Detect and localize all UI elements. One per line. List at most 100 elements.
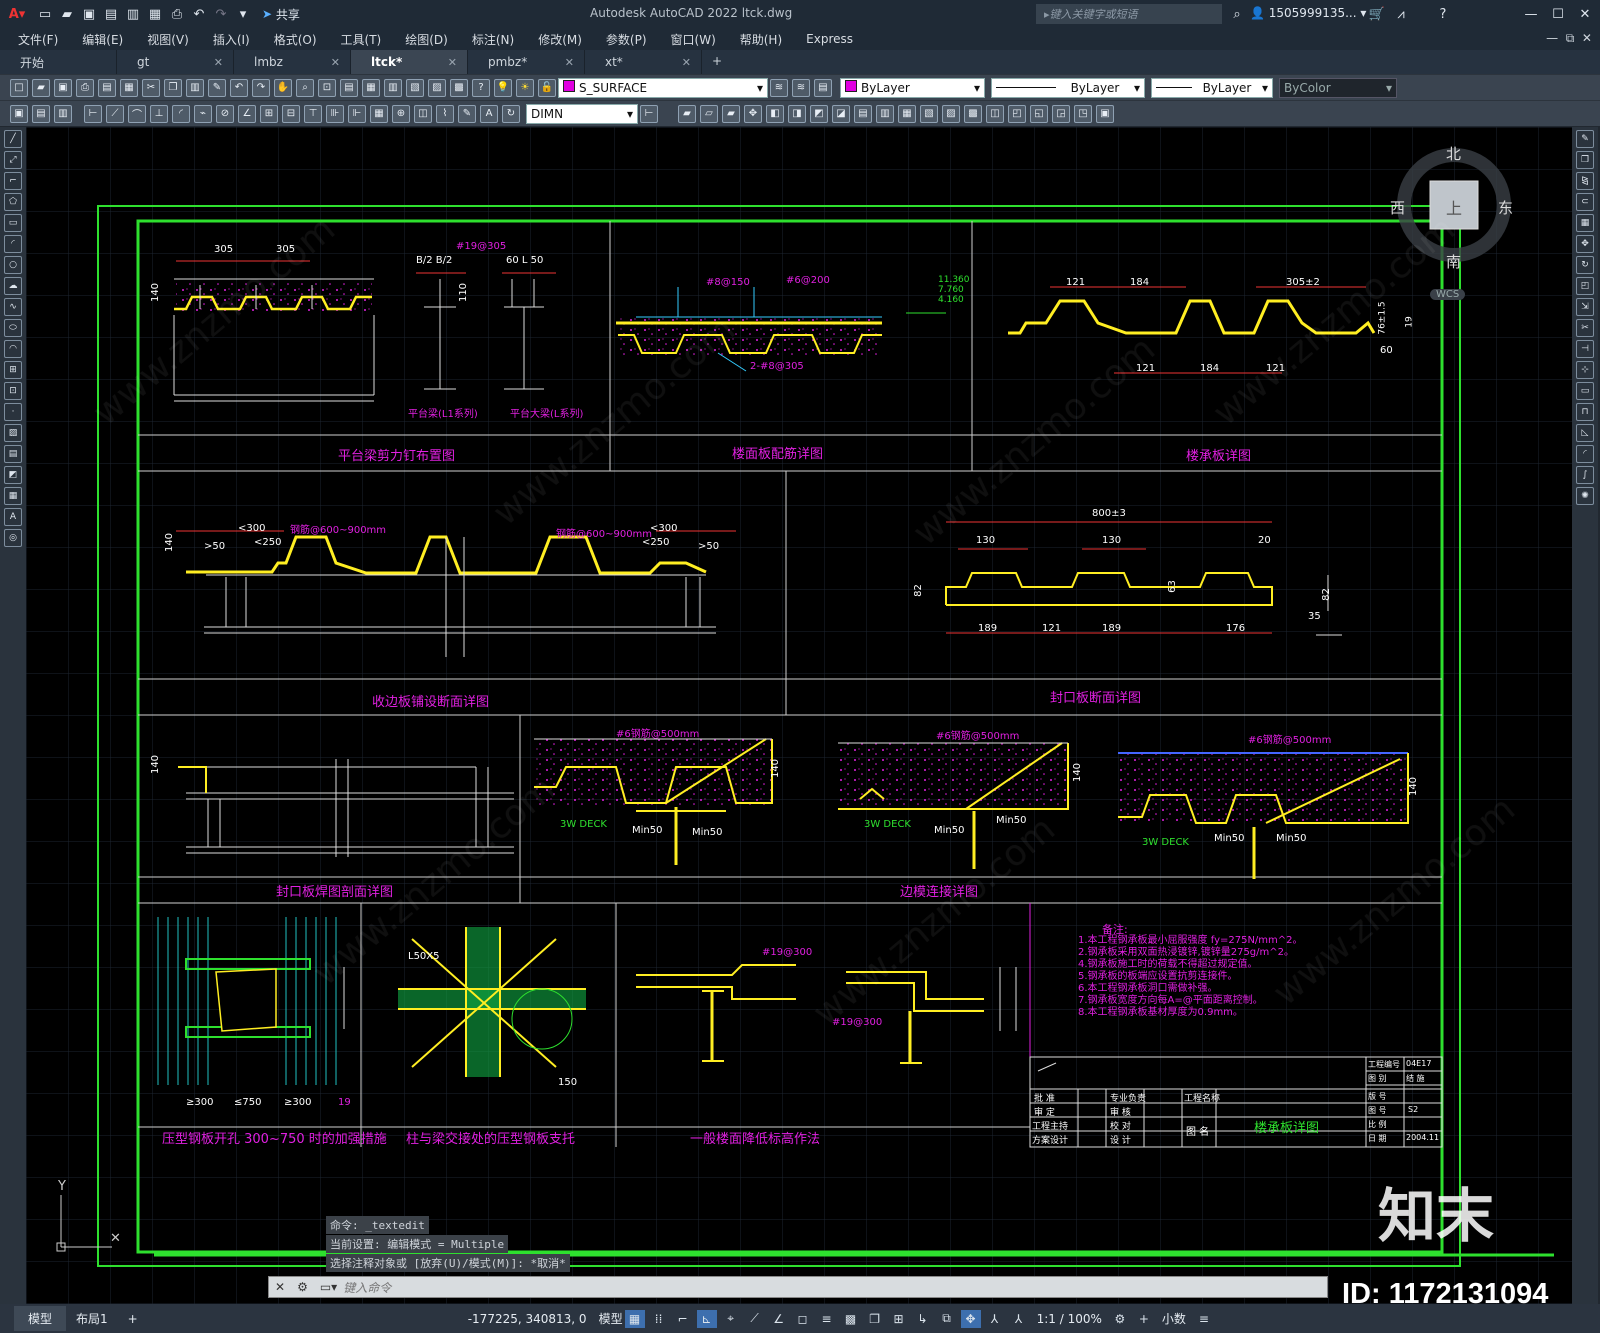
lineweight-icon[interactable]: ≡ (817, 1310, 837, 1328)
dim-ordinate-icon[interactable]: ⊥ (150, 104, 168, 123)
make-block-icon[interactable]: ⊡ (4, 382, 22, 400)
polyline-icon[interactable]: ⌐ (4, 172, 22, 190)
circle-icon[interactable]: ○ (4, 256, 22, 274)
move-icon[interactable]: ✥ (1576, 235, 1594, 253)
arc-icon[interactable]: ◜ (4, 235, 22, 253)
rectangle-icon[interactable]: ▭ (4, 214, 22, 232)
isodraft-icon[interactable]: ⟋ (745, 1310, 765, 1328)
close-icon[interactable]: ✕ (1574, 4, 1596, 24)
menu-view[interactable]: 视图(V) (135, 31, 201, 48)
line-icon[interactable]: ╱ (4, 130, 22, 148)
tool-palette-icon[interactable]: ▥ (384, 78, 402, 97)
close-icon[interactable]: ✕ (269, 1280, 291, 1294)
dim-diameter-icon[interactable]: ⊘ (216, 104, 234, 123)
dim-angular-icon[interactable]: ∠ (238, 104, 256, 123)
fillet-icon[interactable]: ◜ (1576, 445, 1594, 463)
tool-icon-1[interactable]: ▣ (10, 104, 28, 123)
add-layout-button[interactable]: + (118, 1312, 148, 1326)
infer-icon[interactable]: ⌐ (673, 1310, 693, 1328)
hatch-icon[interactable]: ▨ (4, 424, 22, 442)
stretch-icon[interactable]: ⇲ (1576, 298, 1594, 316)
modify-icon-18[interactable]: ◲ (1052, 104, 1070, 123)
add-selected-icon[interactable]: ◎ (4, 529, 22, 547)
linetype-dropdown[interactable]: ByLayer ▾ (991, 77, 1145, 98)
menu-tools[interactable]: 工具(T) (329, 31, 394, 48)
ortho-icon[interactable]: ⊾ (696, 1309, 717, 1328)
rotate-icon[interactable]: ↻ (1576, 256, 1594, 274)
close-icon[interactable]: ✕ (682, 56, 691, 69)
dim-continue-icon[interactable]: ⊤ (304, 104, 322, 123)
annotation-visibility-icon[interactable]: ⅄ (985, 1310, 1005, 1328)
dim-break-icon[interactable]: ⊩ (348, 104, 366, 123)
viewcube-north[interactable]: 北 (1446, 143, 1461, 164)
dim-text-edit-icon[interactable]: A (480, 104, 498, 123)
close-icon[interactable]: ✕ (565, 56, 574, 69)
new-icon[interactable]: ▭ (34, 4, 56, 24)
search-icon[interactable]: ⌕ (1226, 4, 1248, 24)
drawing-canvas[interactable]: www.znzmo.com www.znzmo.com www.znzmo.co… (26, 127, 1572, 1304)
modify-icon-4[interactable]: ✥ (744, 104, 762, 123)
polygon-icon[interactable]: ⬠ (4, 193, 22, 211)
user-account[interactable]: 👤 1505999135... ▾ (1250, 6, 1366, 20)
qat-dropdown-icon[interactable]: ▾ (232, 4, 254, 24)
redo-icon[interactable]: ↷ (210, 4, 232, 24)
design-center-icon[interactable]: ▦ (362, 78, 380, 97)
tool-icon-3[interactable]: ▥ (54, 104, 72, 123)
tolerance-icon[interactable]: ▦ (370, 104, 388, 123)
blend-icon[interactable]: ∫ (1576, 466, 1594, 484)
print-icon[interactable]: ⎙ (76, 78, 94, 97)
zoom-icon[interactable]: ⌕ (296, 78, 314, 97)
region-icon[interactable]: ◩ (4, 466, 22, 484)
point-icon[interactable]: · (4, 403, 22, 421)
command-line[interactable]: ✕ ⚙ ▭▾ 键入命令 (268, 1276, 1328, 1298)
annotation-monitor-icon[interactable]: + (1134, 1310, 1154, 1328)
paste-icon[interactable]: ▥ (186, 78, 204, 97)
break-icon[interactable]: ▭ (1576, 382, 1594, 400)
dim-aligned-icon[interactable]: ⟋ (106, 104, 124, 123)
undo-icon[interactable]: ↶ (188, 4, 210, 24)
layer-freeze-icon[interactable]: ☀ (516, 78, 534, 97)
snap-icon[interactable]: ⁞⁞ (649, 1310, 669, 1328)
menu-modify[interactable]: 修改(M) (526, 31, 594, 48)
tab-start[interactable]: 开始 (0, 50, 117, 74)
revcloud-icon[interactable]: ☁ (4, 277, 22, 295)
tab-model[interactable]: 模型 (14, 1306, 67, 1331)
menu-insert[interactable]: 插入(I) (201, 31, 262, 48)
modify-icon-15[interactable]: ◫ (986, 104, 1004, 123)
open-icon[interactable]: ▰ (56, 4, 78, 24)
open-icon[interactable]: ▰ (32, 78, 50, 97)
saveas-icon[interactable]: ▤ (100, 4, 122, 24)
tab-layout1[interactable]: 布局1 (66, 1310, 118, 1327)
menu-help[interactable]: 帮助(H) (728, 31, 794, 48)
modify-icon-19[interactable]: ◳ (1074, 104, 1092, 123)
modify-icon-2[interactable]: ▱ (700, 104, 718, 123)
chamfer-icon[interactable]: ◺ (1576, 424, 1594, 442)
osnap-icon[interactable]: ◻ (793, 1310, 813, 1328)
layer-on-icon[interactable]: 💡 (494, 78, 512, 97)
pan-icon[interactable]: ✋ (274, 78, 292, 97)
search-box[interactable]: ▸ 键入关键字或短语 (1036, 4, 1222, 24)
dim-update-icon[interactable]: ↻ (502, 104, 520, 123)
selection-filter-icon[interactable]: ⧉ (937, 1310, 957, 1328)
modify-icon-17[interactable]: ◱ (1030, 104, 1048, 123)
close-icon[interactable]: ✕ (214, 56, 223, 69)
menu-file[interactable]: 文件(F) (0, 31, 70, 48)
menu-edit[interactable]: 编辑(E) (70, 31, 135, 48)
modify-icon-16[interactable]: ◰ (1008, 104, 1026, 123)
gradient-icon[interactable]: ▤ (4, 445, 22, 463)
layer-prev-icon[interactable]: ≋ (792, 78, 810, 97)
modify-icon-5[interactable]: ◧ (766, 104, 784, 123)
maximize-icon[interactable]: ☐ (1547, 4, 1569, 24)
undo-icon[interactable]: ↶ (230, 78, 248, 97)
transparency-icon[interactable]: ▩ (841, 1310, 861, 1328)
tool-icon-2[interactable]: ▤ (32, 104, 50, 123)
dynamic-ucs-icon[interactable]: ↳ (913, 1310, 933, 1328)
model-space-button[interactable]: 模型 (599, 1310, 623, 1327)
ellipse-icon[interactable]: ⬭ (4, 319, 22, 337)
copy-icon[interactable]: ❐ (164, 78, 182, 97)
web-icon[interactable]: ▥ (122, 4, 144, 24)
modify-icon-13[interactable]: ▨ (942, 104, 960, 123)
cut-icon[interactable]: ✂ (142, 78, 160, 97)
gizmo-icon[interactable]: ✥ (960, 1309, 981, 1328)
construction-line-icon[interactable]: ⤢ (4, 151, 22, 169)
